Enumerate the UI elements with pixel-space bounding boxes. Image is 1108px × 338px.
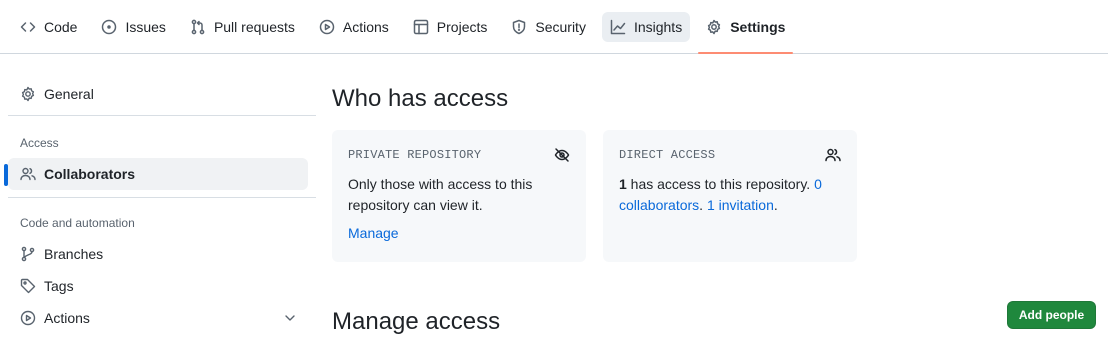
who-has-access-heading: Who has access — [332, 85, 509, 112]
sidebar-heading-access: Access — [20, 136, 59, 150]
tab-insights[interactable]: Insights — [601, 11, 691, 42]
tab-projects[interactable]: Projects — [405, 12, 496, 42]
tab-code[interactable]: Code — [12, 12, 85, 42]
git-branch-icon — [21, 246, 35, 262]
people-icon — [825, 147, 841, 166]
card-description: Only those with access to this repositor… — [348, 176, 533, 213]
chevron-down-icon[interactable] — [282, 310, 298, 329]
git-pull-request-icon — [191, 19, 205, 34]
sidebar-item-collaborators[interactable]: Collaborators — [4, 158, 308, 190]
graph-icon — [610, 19, 626, 34]
sidebar-item-label: General — [44, 86, 94, 102]
tab-label: Security — [535, 18, 586, 35]
sidebar-item-label: Tags — [44, 278, 74, 294]
access-count: 1 — [619, 176, 627, 192]
shield-icon — [513, 19, 526, 34]
gear-icon — [21, 86, 35, 102]
tab-settings[interactable]: Settings — [698, 12, 794, 54]
sidebar-item-label: Collaborators — [44, 166, 136, 182]
tab-label: Actions — [342, 18, 389, 35]
people-icon — [20, 167, 36, 181]
tab-pull-requests[interactable]: Pull requests — [182, 12, 303, 42]
direct-access-card: DIRECT ACCESS 1 has access to this repos… — [603, 130, 857, 262]
tab-label: Insights — [633, 18, 683, 35]
code-icon — [20, 21, 36, 32]
table-icon — [413, 19, 429, 34]
invitation-link[interactable]: 1 invitation — [707, 197, 774, 213]
sidebar-divider — [8, 115, 316, 116]
gear-icon — [708, 19, 721, 34]
sidebar-item-label: Branches — [44, 246, 104, 262]
end-text: . — [773, 197, 778, 213]
separator-text: . — [699, 197, 704, 213]
access-text: has access to this repository. — [626, 176, 811, 192]
private-repository-card: PRIVATE REPOSITORY Only those with acces… — [332, 130, 586, 262]
tab-label: Projects — [436, 18, 488, 35]
tab-label: Code — [44, 18, 78, 35]
card-title: PRIVATE REPOSITORY — [348, 148, 482, 162]
issue-opened-icon — [102, 19, 117, 34]
add-people-button[interactable]: Add people — [1007, 301, 1096, 329]
tab-issues[interactable]: Issues — [93, 12, 173, 42]
sidebar-item-tags[interactable]: Tags — [8, 270, 308, 302]
tab-label: Issues — [125, 18, 166, 35]
sidebar-item-general[interactable]: General — [8, 78, 308, 110]
manage-access-heading: Manage access — [332, 308, 501, 335]
manage-link[interactable]: Manage — [348, 225, 399, 241]
repo-nav: Code Issues Pull requests Actions Projec… — [0, 0, 1108, 54]
sidebar-heading-code-automation: Code and automation — [20, 216, 135, 230]
tab-security[interactable]: Security — [503, 12, 594, 42]
tab-actions[interactable]: Actions — [311, 12, 397, 42]
tab-label: Pull requests — [213, 18, 295, 35]
sidebar-item-actions[interactable]: Actions — [8, 302, 308, 334]
sidebar-item-label: Actions — [44, 310, 90, 326]
tab-label: Settings — [730, 18, 786, 35]
card-title: DIRECT ACCESS — [619, 148, 716, 162]
sidebar-divider — [8, 197, 316, 198]
play-icon — [20, 310, 36, 326]
play-icon — [319, 19, 335, 34]
tag-icon — [20, 278, 36, 294]
card-description: 1 has access to this repository. 0 colla… — [619, 174, 841, 216]
sidebar-item-branches[interactable]: Branches — [8, 238, 308, 270]
eye-closed-icon — [554, 147, 570, 166]
